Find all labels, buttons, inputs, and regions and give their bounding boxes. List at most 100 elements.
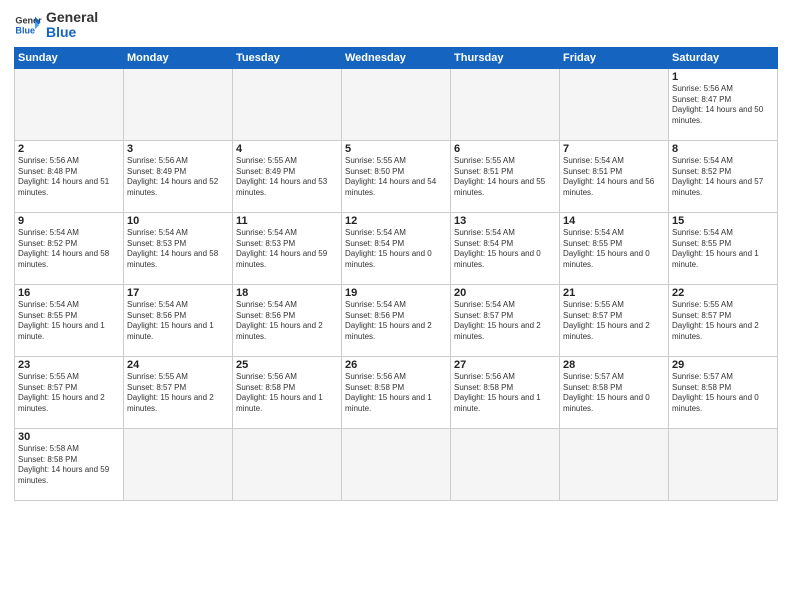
svg-text:Blue: Blue bbox=[15, 26, 35, 36]
calendar-cell: 5Sunrise: 5:55 AMSunset: 8:50 PMDaylight… bbox=[342, 140, 451, 212]
calendar-cell: 9Sunrise: 5:54 AMSunset: 8:52 PMDaylight… bbox=[15, 212, 124, 284]
calendar-cell bbox=[560, 68, 669, 140]
day-info: Sunrise: 5:55 AMSunset: 8:49 PMDaylight:… bbox=[236, 156, 338, 199]
day-info: Sunrise: 5:54 AMSunset: 8:53 PMDaylight:… bbox=[236, 228, 338, 271]
day-info: Sunrise: 5:54 AMSunset: 8:55 PMDaylight:… bbox=[672, 228, 774, 271]
calendar-cell: 30Sunrise: 5:58 AMSunset: 8:58 PMDayligh… bbox=[15, 428, 124, 500]
day-info: Sunrise: 5:54 AMSunset: 8:51 PMDaylight:… bbox=[563, 156, 665, 199]
calendar-cell bbox=[342, 68, 451, 140]
calendar-cell bbox=[124, 68, 233, 140]
day-info: Sunrise: 5:55 AMSunset: 8:57 PMDaylight:… bbox=[563, 300, 665, 343]
day-info: Sunrise: 5:54 AMSunset: 8:52 PMDaylight:… bbox=[18, 228, 120, 271]
day-info: Sunrise: 5:54 AMSunset: 8:53 PMDaylight:… bbox=[127, 228, 229, 271]
day-number: 30 bbox=[18, 431, 120, 443]
calendar-week-row: 30Sunrise: 5:58 AMSunset: 8:58 PMDayligh… bbox=[15, 428, 778, 500]
weekday-monday: Monday bbox=[124, 47, 233, 68]
calendar-week-row: 16Sunrise: 5:54 AMSunset: 8:55 PMDayligh… bbox=[15, 284, 778, 356]
day-info: Sunrise: 5:58 AMSunset: 8:58 PMDaylight:… bbox=[18, 444, 120, 487]
day-info: Sunrise: 5:54 AMSunset: 8:56 PMDaylight:… bbox=[345, 300, 447, 343]
day-info: Sunrise: 5:54 AMSunset: 8:54 PMDaylight:… bbox=[345, 228, 447, 271]
calendar-cell bbox=[15, 68, 124, 140]
day-number: 9 bbox=[18, 215, 120, 227]
day-number: 25 bbox=[236, 359, 338, 371]
calendar-cell: 13Sunrise: 5:54 AMSunset: 8:54 PMDayligh… bbox=[451, 212, 560, 284]
calendar-cell: 27Sunrise: 5:56 AMSunset: 8:58 PMDayligh… bbox=[451, 356, 560, 428]
calendar-cell: 12Sunrise: 5:54 AMSunset: 8:54 PMDayligh… bbox=[342, 212, 451, 284]
calendar-cell: 23Sunrise: 5:55 AMSunset: 8:57 PMDayligh… bbox=[15, 356, 124, 428]
day-number: 5 bbox=[345, 143, 447, 155]
day-info: Sunrise: 5:56 AMSunset: 8:58 PMDaylight:… bbox=[345, 372, 447, 415]
day-number: 4 bbox=[236, 143, 338, 155]
day-number: 7 bbox=[563, 143, 665, 155]
day-info: Sunrise: 5:54 AMSunset: 8:52 PMDaylight:… bbox=[672, 156, 774, 199]
day-number: 29 bbox=[672, 359, 774, 371]
calendar-cell: 20Sunrise: 5:54 AMSunset: 8:57 PMDayligh… bbox=[451, 284, 560, 356]
weekday-sunday: Sunday bbox=[15, 47, 124, 68]
calendar-header: SundayMondayTuesdayWednesdayThursdayFrid… bbox=[15, 47, 778, 68]
day-info: Sunrise: 5:55 AMSunset: 8:57 PMDaylight:… bbox=[18, 372, 120, 415]
calendar-cell: 7Sunrise: 5:54 AMSunset: 8:51 PMDaylight… bbox=[560, 140, 669, 212]
calendar-cell: 8Sunrise: 5:54 AMSunset: 8:52 PMDaylight… bbox=[669, 140, 778, 212]
day-info: Sunrise: 5:57 AMSunset: 8:58 PMDaylight:… bbox=[672, 372, 774, 415]
day-number: 22 bbox=[672, 287, 774, 299]
calendar-page: General Blue General Blue SundayMondayTu… bbox=[0, 0, 792, 612]
calendar-cell: 25Sunrise: 5:56 AMSunset: 8:58 PMDayligh… bbox=[233, 356, 342, 428]
day-info: Sunrise: 5:55 AMSunset: 8:50 PMDaylight:… bbox=[345, 156, 447, 199]
day-info: Sunrise: 5:56 AMSunset: 8:48 PMDaylight:… bbox=[18, 156, 120, 199]
calendar-cell: 22Sunrise: 5:55 AMSunset: 8:57 PMDayligh… bbox=[669, 284, 778, 356]
logo: General Blue General Blue bbox=[14, 10, 98, 41]
day-info: Sunrise: 5:54 AMSunset: 8:57 PMDaylight:… bbox=[454, 300, 556, 343]
weekday-thursday: Thursday bbox=[451, 47, 560, 68]
day-number: 8 bbox=[672, 143, 774, 155]
calendar-body: 1Sunrise: 5:56 AMSunset: 8:47 PMDaylight… bbox=[15, 68, 778, 500]
calendar-cell: 15Sunrise: 5:54 AMSunset: 8:55 PMDayligh… bbox=[669, 212, 778, 284]
weekday-tuesday: Tuesday bbox=[233, 47, 342, 68]
calendar-cell: 4Sunrise: 5:55 AMSunset: 8:49 PMDaylight… bbox=[233, 140, 342, 212]
day-number: 15 bbox=[672, 215, 774, 227]
day-info: Sunrise: 5:54 AMSunset: 8:56 PMDaylight:… bbox=[127, 300, 229, 343]
day-info: Sunrise: 5:54 AMSunset: 8:55 PMDaylight:… bbox=[18, 300, 120, 343]
day-info: Sunrise: 5:55 AMSunset: 8:51 PMDaylight:… bbox=[454, 156, 556, 199]
calendar-cell: 6Sunrise: 5:55 AMSunset: 8:51 PMDaylight… bbox=[451, 140, 560, 212]
weekday-header-row: SundayMondayTuesdayWednesdayThursdayFrid… bbox=[15, 47, 778, 68]
day-number: 18 bbox=[236, 287, 338, 299]
calendar-week-row: 1Sunrise: 5:56 AMSunset: 8:47 PMDaylight… bbox=[15, 68, 778, 140]
day-number: 6 bbox=[454, 143, 556, 155]
day-number: 1 bbox=[672, 71, 774, 83]
day-number: 16 bbox=[18, 287, 120, 299]
weekday-wednesday: Wednesday bbox=[342, 47, 451, 68]
day-number: 13 bbox=[454, 215, 556, 227]
day-number: 10 bbox=[127, 215, 229, 227]
day-number: 21 bbox=[563, 287, 665, 299]
calendar-cell: 16Sunrise: 5:54 AMSunset: 8:55 PMDayligh… bbox=[15, 284, 124, 356]
calendar-cell: 19Sunrise: 5:54 AMSunset: 8:56 PMDayligh… bbox=[342, 284, 451, 356]
calendar-table: SundayMondayTuesdayWednesdayThursdayFrid… bbox=[14, 47, 778, 501]
calendar-cell bbox=[451, 428, 560, 500]
calendar-cell: 14Sunrise: 5:54 AMSunset: 8:55 PMDayligh… bbox=[560, 212, 669, 284]
day-number: 27 bbox=[454, 359, 556, 371]
logo-icon: General Blue bbox=[14, 11, 42, 39]
calendar-week-row: 2Sunrise: 5:56 AMSunset: 8:48 PMDaylight… bbox=[15, 140, 778, 212]
calendar-cell: 1Sunrise: 5:56 AMSunset: 8:47 PMDaylight… bbox=[669, 68, 778, 140]
day-info: Sunrise: 5:55 AMSunset: 8:57 PMDaylight:… bbox=[127, 372, 229, 415]
calendar-cell: 21Sunrise: 5:55 AMSunset: 8:57 PMDayligh… bbox=[560, 284, 669, 356]
day-number: 28 bbox=[563, 359, 665, 371]
calendar-cell: 28Sunrise: 5:57 AMSunset: 8:58 PMDayligh… bbox=[560, 356, 669, 428]
calendar-cell bbox=[451, 68, 560, 140]
weekday-friday: Friday bbox=[560, 47, 669, 68]
day-info: Sunrise: 5:56 AMSunset: 8:49 PMDaylight:… bbox=[127, 156, 229, 199]
calendar-cell: 24Sunrise: 5:55 AMSunset: 8:57 PMDayligh… bbox=[124, 356, 233, 428]
day-number: 12 bbox=[345, 215, 447, 227]
day-info: Sunrise: 5:54 AMSunset: 8:55 PMDaylight:… bbox=[563, 228, 665, 271]
calendar-cell bbox=[233, 428, 342, 500]
calendar-week-row: 9Sunrise: 5:54 AMSunset: 8:52 PMDaylight… bbox=[15, 212, 778, 284]
day-number: 11 bbox=[236, 215, 338, 227]
day-info: Sunrise: 5:56 AMSunset: 8:58 PMDaylight:… bbox=[236, 372, 338, 415]
logo-general: General bbox=[46, 10, 98, 25]
day-number: 2 bbox=[18, 143, 120, 155]
calendar-cell bbox=[560, 428, 669, 500]
calendar-cell: 2Sunrise: 5:56 AMSunset: 8:48 PMDaylight… bbox=[15, 140, 124, 212]
day-number: 24 bbox=[127, 359, 229, 371]
day-info: Sunrise: 5:57 AMSunset: 8:58 PMDaylight:… bbox=[563, 372, 665, 415]
day-info: Sunrise: 5:56 AMSunset: 8:58 PMDaylight:… bbox=[454, 372, 556, 415]
